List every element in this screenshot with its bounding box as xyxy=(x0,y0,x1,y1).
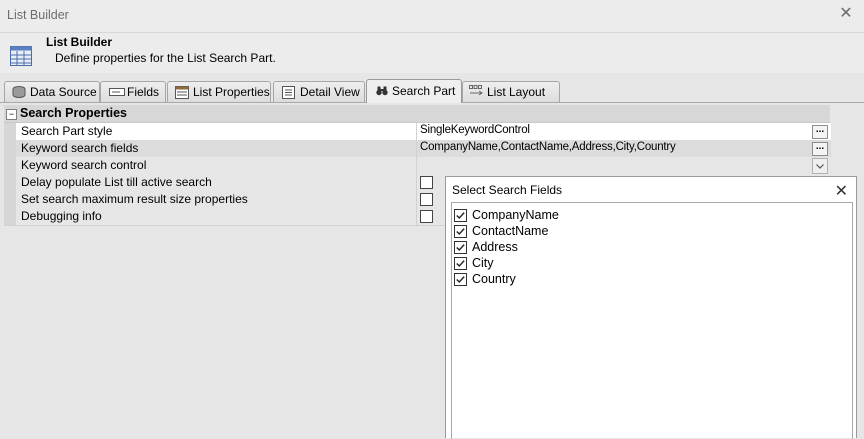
database-icon xyxy=(12,86,26,98)
property-name: Delay populate List till active search xyxy=(21,175,212,189)
window-close-icon[interactable]: ✕ xyxy=(838,6,854,22)
binoculars-icon xyxy=(376,86,388,96)
tab-label: Detail View xyxy=(300,85,360,99)
tab-strip: Data Source Fields List Properties Detai… xyxy=(0,78,864,103)
list-builder-icon xyxy=(10,46,32,66)
checked-checkbox[interactable] xyxy=(454,241,467,254)
tab-detail-view[interactable]: Detail View xyxy=(273,81,365,102)
tab-data-source[interactable]: Data Source xyxy=(4,81,100,102)
property-category: − Search Properties xyxy=(4,105,830,123)
chevron-down-icon xyxy=(816,164,824,169)
collapse-icon[interactable]: − xyxy=(6,109,17,120)
property-checkbox[interactable] xyxy=(420,176,433,189)
property-name: Keyword search control xyxy=(21,158,147,172)
close-icon[interactable]: ✕ xyxy=(835,181,848,201)
ellipsis-button[interactable]: ... xyxy=(812,125,828,139)
tab-search-part[interactable]: Search Part xyxy=(366,79,462,103)
tab-label: List Layout xyxy=(487,85,546,99)
property-checkbox[interactable] xyxy=(420,193,433,206)
tab-list-layout[interactable]: List Layout xyxy=(462,81,560,102)
tab-label: Search Part xyxy=(392,84,456,98)
property-name: Debugging info xyxy=(21,209,102,223)
property-value[interactable]: CompanyName,ContactName,Address,City,Cou… xyxy=(416,140,831,157)
checked-checkbox[interactable] xyxy=(454,257,467,270)
search-fields-list: CompanyName ContactName Address City Cou… xyxy=(451,202,853,439)
property-checkbox[interactable] xyxy=(420,210,433,223)
item-label: Address xyxy=(472,240,518,254)
property-name: Search Part style xyxy=(21,124,113,138)
property-name: Set search maximum result size propertie… xyxy=(21,192,248,206)
detail-view-icon xyxy=(282,86,295,99)
tab-fields[interactable]: Fields xyxy=(100,81,166,102)
property-value[interactable] xyxy=(416,157,831,174)
window-titlebar: List Builder ✕ xyxy=(0,0,864,33)
tab-label: Data Source xyxy=(30,85,97,99)
item-label: City xyxy=(472,256,494,270)
select-search-fields-dialog: Select Search Fields ✕ CompanyName Conta… xyxy=(445,176,857,439)
property-row-keyword-search-control[interactable]: Keyword search control xyxy=(4,157,830,175)
item-label: ContactName xyxy=(472,224,549,238)
property-row-keyword-search-fields[interactable]: Keyword search fields CompanyName,Contac… xyxy=(4,140,831,158)
tab-label: List Properties xyxy=(193,85,270,99)
check-icon xyxy=(456,260,465,268)
checked-checkbox[interactable] xyxy=(454,273,467,286)
checked-checkbox[interactable] xyxy=(454,209,467,222)
category-label: Search Properties xyxy=(20,106,127,120)
header-title: List Builder xyxy=(46,35,113,49)
check-icon xyxy=(456,228,465,236)
property-value-text: CompanyName,ContactName,Address,City,Cou… xyxy=(420,141,676,153)
window-title: List Builder xyxy=(7,8,69,22)
property-value[interactable]: SingleKeywordControl xyxy=(416,123,831,140)
property-name: Keyword search fields xyxy=(21,141,139,155)
property-row-search-part-style[interactable]: Search Part style SingleKeywordControl .… xyxy=(4,123,831,141)
tab-label: Fields xyxy=(127,85,160,99)
dropdown-button[interactable] xyxy=(812,158,828,174)
fields-icon xyxy=(109,88,125,96)
item-label: CompanyName xyxy=(472,208,559,222)
header-banner: List Builder Define properties for the L… xyxy=(0,33,864,73)
dialog-title: Select Search Fields xyxy=(452,183,563,197)
tab-list-properties[interactable]: List Properties xyxy=(167,81,271,102)
list-layout-icon xyxy=(469,85,483,96)
checked-checkbox[interactable] xyxy=(454,225,467,238)
item-label: Country xyxy=(472,272,516,286)
header-description: Define properties for the List Search Pa… xyxy=(55,51,276,65)
check-icon xyxy=(456,276,465,284)
property-value-text: SingleKeywordControl xyxy=(420,124,530,136)
ellipsis-button[interactable]: ... xyxy=(812,142,828,156)
check-icon xyxy=(456,212,465,220)
list-properties-icon xyxy=(175,86,189,99)
check-icon xyxy=(456,244,465,252)
